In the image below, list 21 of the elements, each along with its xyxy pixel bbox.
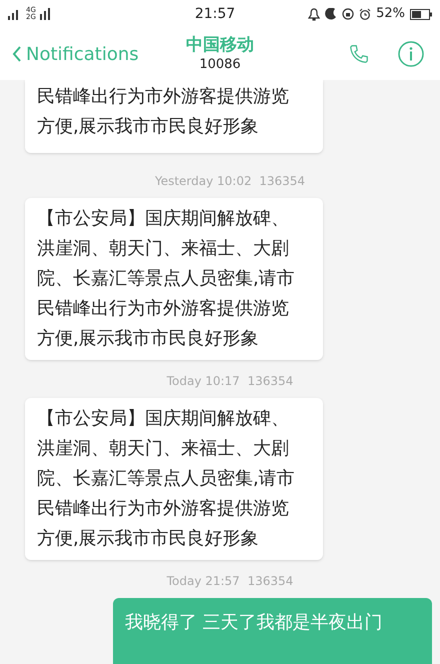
alarm-icon bbox=[359, 8, 372, 20]
bell-icon bbox=[308, 8, 320, 20]
message-bubble: 【市公安局】国庆期间解放碑、洪崖洞、朝天门、来福士、大剧院、长嘉汇等景点人员密集,请市民错峰出行为市外游客提供游览方便,展示我市市民良好形象 bbox=[25, 398, 323, 560]
message-timestamp: Today 10:17 136354 bbox=[166, 373, 294, 390]
back-button[interactable]: Notifications bbox=[12, 40, 162, 68]
chevron-left-icon bbox=[12, 46, 22, 62]
battery-percentage: 52% bbox=[376, 5, 405, 24]
message-bubble: 我晓得了 三天了我都是半夜出门 bbox=[113, 598, 432, 664]
battery-icon bbox=[410, 8, 432, 20]
contact-number: 10086 bbox=[199, 56, 241, 73]
moon-icon bbox=[325, 8, 338, 20]
signal-icon bbox=[40, 8, 50, 20]
message-timestamp: Today 21:57 136354 bbox=[166, 573, 294, 590]
contact-name: 中国移动 bbox=[186, 35, 254, 56]
message-bubble: 【市公安局】国庆期间解放碑、洪崖洞、朝天门、来福士、大剧院、长嘉汇等景点人员密集,请市民错峰出行为市外游客提供游览方便,展示我市市民良好形象 bbox=[25, 198, 323, 360]
status-time: 21:57 bbox=[194, 4, 236, 24]
message-timestamp: Yesterday 10:02 136354 bbox=[154, 173, 306, 190]
message-bubble: 民错峰出行为市外游客提供游览方便,展示我市市民良好形象 bbox=[25, 80, 323, 153]
info-icon[interactable] bbox=[398, 41, 424, 67]
rotation-lock-icon bbox=[342, 8, 354, 20]
phone-icon[interactable] bbox=[348, 43, 370, 65]
